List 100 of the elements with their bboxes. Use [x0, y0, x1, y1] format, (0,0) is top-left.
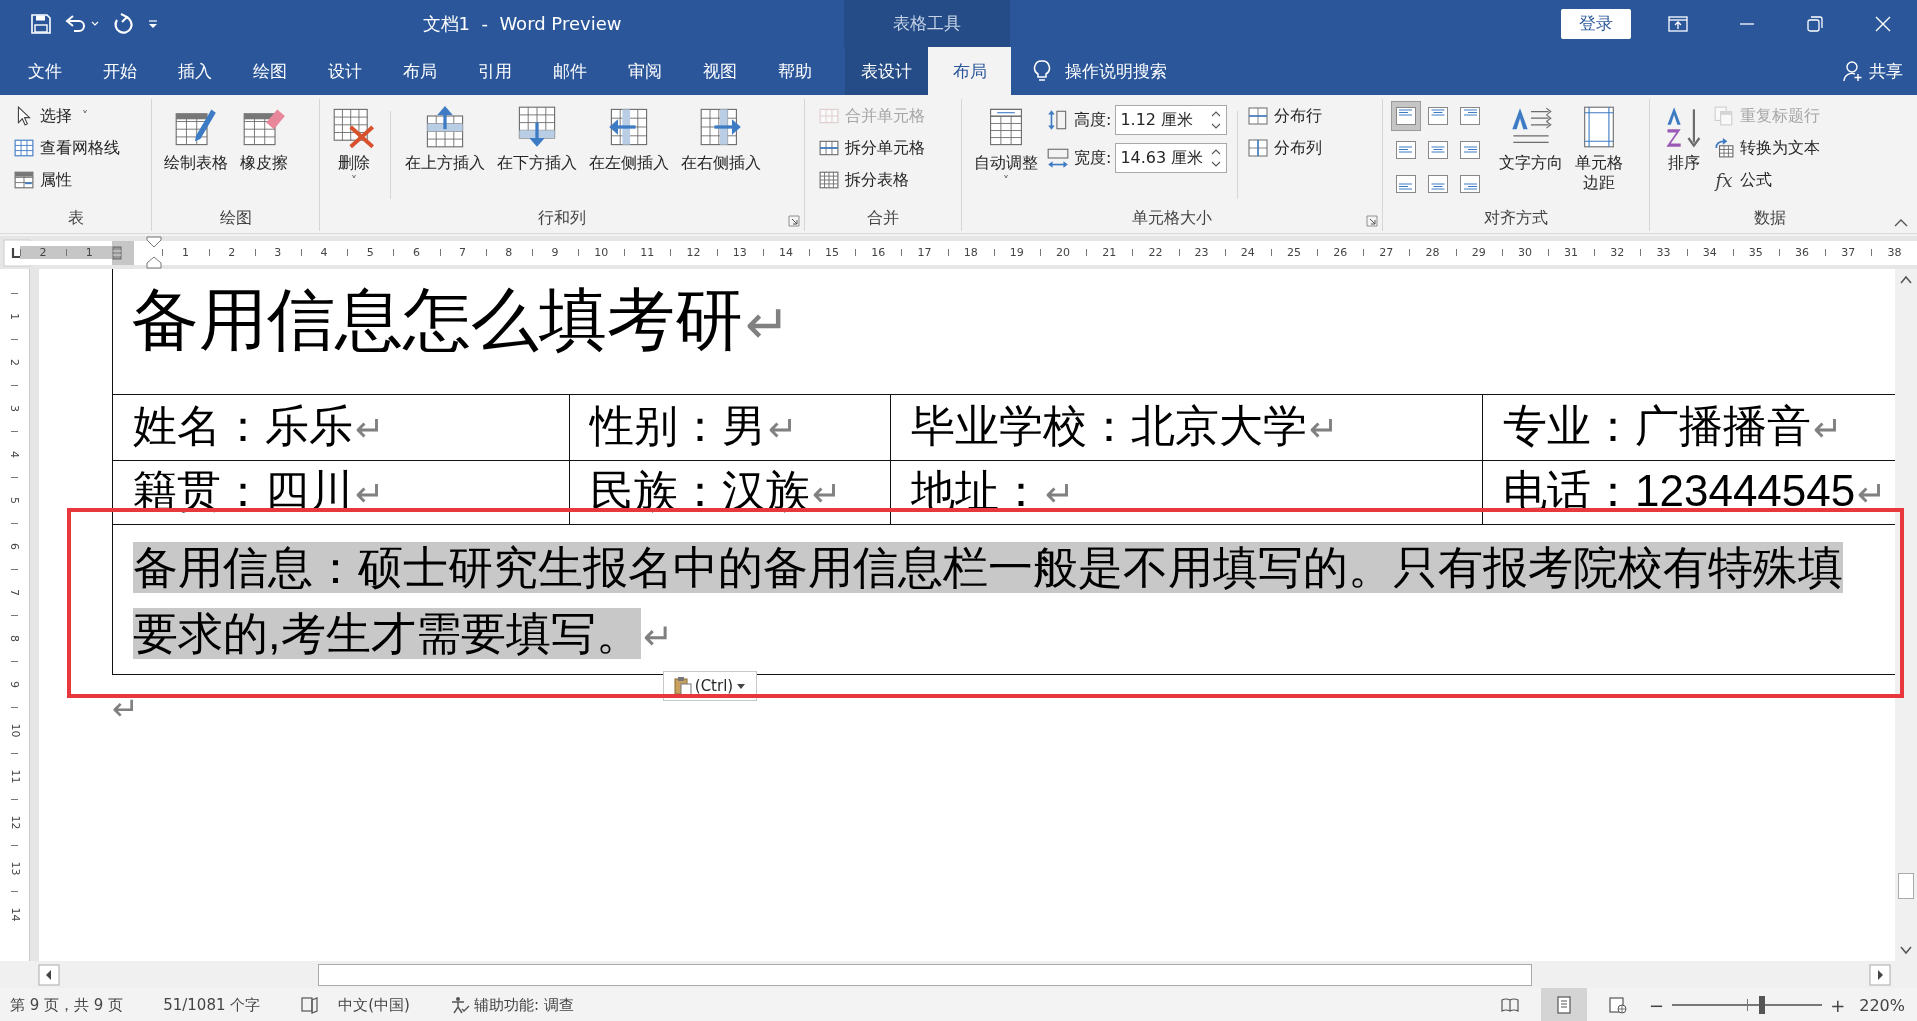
ribbon-button[interactable]: fx 公式 — [1714, 167, 1820, 193]
distribute-rows-icon — [1248, 106, 1269, 126]
lightbulb-icon[interactable] — [1033, 59, 1051, 83]
ribbon-button[interactable]: 单元格 边距 — [1571, 101, 1627, 193]
ruler-number: 14 — [8, 907, 21, 921]
table-cell: 性别：男↵ — [569, 394, 891, 461]
ribbon-tab[interactable]: 绘图 — [232, 47, 307, 95]
ribbon-button[interactable]: 在左侧插入 — [585, 101, 673, 173]
split-cells-icon — [819, 138, 839, 158]
ruler-number: 8 — [8, 634, 21, 642]
word-count[interactable]: 51/1081 个字 — [163, 995, 261, 1015]
ribbon-tab[interactable]: 引用 — [457, 47, 532, 95]
ribbon-button[interactable]: 拆分单元格 — [819, 135, 925, 161]
ribbon-button[interactable]: 文字方向 — [1495, 101, 1567, 173]
alignment-icon — [1428, 107, 1448, 125]
view-button[interactable] — [1541, 988, 1588, 1021]
ruler-number: 7 — [8, 588, 21, 596]
ruler-number: 12 — [8, 815, 21, 829]
ruler-number: 6 — [8, 542, 21, 550]
alignment-icon — [1396, 175, 1416, 193]
ruler-number: 3 — [8, 404, 21, 412]
ribbon-tab[interactable]: 邮件 — [532, 47, 607, 95]
ribbon-button[interactable]: 分布列 — [1248, 135, 1323, 161]
ruler-number: 10 — [8, 723, 21, 737]
margin-marker-icon[interactable] — [112, 245, 123, 260]
proofing-icon[interactable] — [300, 995, 321, 1015]
distribute-columns-icon — [1248, 138, 1269, 158]
ribbon-button[interactable]: 在下方插入 — [493, 101, 581, 173]
ribbon-tab[interactable]: 布局 — [382, 47, 457, 95]
alignment-icon — [1428, 175, 1448, 193]
ribbon-button[interactable]: 排序 — [1658, 101, 1710, 173]
slider-thumb[interactable] — [1759, 996, 1766, 1014]
scroll-right-icon[interactable] — [1869, 963, 1891, 986]
table-cell: 毕业学校：北京大学↵ — [890, 394, 1483, 461]
ribbon-tab[interactable]: 表设计 — [845, 47, 928, 95]
column-width-icon — [1046, 146, 1070, 170]
ribbon-button[interactable]: 查看网格线 — [14, 135, 120, 161]
ribbon-button[interactable]: 分布行 — [1248, 103, 1323, 129]
ribbon-tab[interactable]: 帮助 — [757, 47, 832, 95]
field-label: 高度: — [1074, 109, 1112, 131]
accessibility-icon[interactable] — [450, 995, 470, 1015]
ribbon-button[interactable]: 属性 — [14, 167, 120, 193]
undo-icon[interactable] — [64, 12, 88, 35]
alignment-button[interactable] — [1391, 101, 1421, 131]
ribbon-tab[interactable]: 插入 — [157, 47, 232, 95]
restore-icon[interactable] — [1806, 14, 1824, 33]
group-label: 合并 — [867, 207, 899, 229]
read-mode-icon — [1500, 995, 1521, 1015]
search-prompt[interactable]: 操作说明搜索 — [1065, 59, 1167, 83]
group-label: 数据 — [1754, 207, 1786, 229]
ribbon-display-icon[interactable] — [1668, 14, 1688, 33]
indent-marker-icon[interactable] — [146, 236, 163, 269]
zoom-in-button[interactable]: + — [1830, 994, 1846, 1016]
save-icon[interactable] — [30, 12, 52, 35]
language-status[interactable]: 中文(中国) — [338, 995, 410, 1015]
ribbon-button[interactable]: 在右侧插入 — [677, 101, 765, 173]
group-label: 绘图 — [219, 207, 252, 229]
ruler-number: 13 — [8, 861, 21, 875]
ribbon-button[interactable]: 在上方插入 — [401, 101, 489, 173]
ruler-number: 1 — [8, 312, 21, 320]
scroll-thumb[interactable] — [318, 963, 1532, 986]
zoom-out-button[interactable]: − — [1649, 994, 1665, 1016]
ribbon-tab[interactable]: 开始 — [82, 47, 157, 95]
group-label: 表 — [67, 207, 84, 229]
ribbon-tab[interactable]: 文件 — [7, 47, 82, 95]
grid-icon — [14, 138, 34, 158]
ribbon-tab[interactable]: 视图 — [682, 47, 757, 95]
scroll-thumb[interactable] — [1898, 873, 1914, 899]
sign-in-button[interactable]: 登录 — [1561, 8, 1631, 39]
page-count[interactable]: 第 9 页，共 9 页 — [10, 995, 124, 1015]
ribbon-button[interactable]: 自动调整 ˅ — [970, 101, 1042, 189]
zoom-level[interactable]: 220% — [1859, 995, 1905, 1015]
ribbon-button[interactable]: 转换为文本 — [1714, 135, 1820, 161]
alignment-icon — [1460, 141, 1480, 159]
ribbon-tab[interactable]: 设计 — [307, 47, 382, 95]
share-button[interactable]: 共享 — [1843, 47, 1903, 95]
scroll-left-icon[interactable] — [38, 963, 60, 986]
redo-icon[interactable] — [112, 12, 134, 35]
dialog-launcher-icon[interactable] — [1366, 215, 1378, 227]
ribbon-button[interactable]: 删除 ˅ — [328, 101, 380, 189]
accessibility-status[interactable]: 辅助功能: 调查 — [474, 995, 574, 1015]
alignment-icon — [1460, 175, 1480, 193]
ribbon-button[interactable]: 橡皮擦 — [236, 101, 292, 173]
ribbon-button[interactable]: 选择 ˅ — [14, 103, 120, 129]
group-label: 单元格大小 — [1132, 207, 1212, 229]
ribbon-tab[interactable]: 审阅 — [607, 47, 682, 95]
table-cell: 姓名：乐乐↵ — [112, 394, 570, 461]
dialog-launcher-icon[interactable] — [788, 215, 800, 227]
close-icon[interactable] — [1874, 14, 1892, 33]
ribbon-button[interactable]: 拆分表格 — [819, 167, 925, 193]
repeat-header-icon — [1714, 106, 1734, 126]
ribbon-tab[interactable]: 布局 — [928, 47, 1011, 95]
ribbon-button[interactable]: 绘制表格 — [160, 101, 232, 173]
number-field[interactable]: 1.12 厘米 — [1115, 105, 1228, 135]
ruler-number: 4 — [8, 450, 21, 458]
number-field[interactable]: 14.63 厘米 — [1115, 143, 1228, 173]
alignment-icon — [1428, 141, 1448, 159]
clipboard-icon — [673, 676, 692, 696]
web-layout-icon — [1608, 995, 1629, 1015]
collapse-ribbon-icon[interactable] — [1893, 217, 1909, 229]
